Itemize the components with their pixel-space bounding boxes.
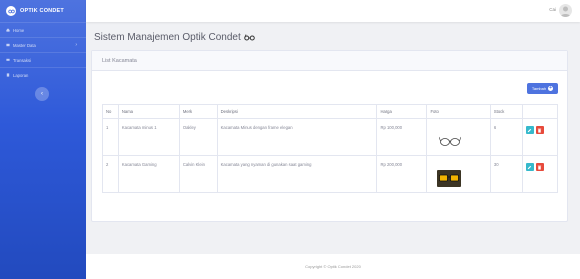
column-header-deskripsi: Deskripsi: [216, 104, 378, 119]
cell-stock: 30: [489, 155, 523, 193]
gaming-glasses-photo: [437, 170, 462, 187]
footer: Copyright © Optik Condet 2020: [86, 254, 580, 279]
cell-merk: Oakley: [178, 118, 218, 156]
cell-harga: Rp 100,000: [376, 118, 428, 156]
table-row: 2 Kacamata Gaming Calvin Klein Kacamata …: [102, 155, 559, 193]
column-header-actions: [521, 104, 559, 119]
folder-icon: [6, 43, 10, 47]
card-header: List Kacamata: [92, 51, 567, 71]
cell-stock: 6: [489, 118, 523, 156]
delete-button[interactable]: [535, 126, 544, 134]
cell-deskripsi: Kacamata yang nyaman di gunakan saat gam…: [216, 155, 378, 193]
user-name[interactable]: Cai: [549, 7, 556, 12]
cell-nama: Kacamata minus 1: [117, 118, 180, 156]
gaming-glasses-image: [439, 174, 460, 182]
cell-actions: [521, 155, 559, 193]
edit-icon: [527, 128, 532, 132]
add-button[interactable]: Tambah +: [527, 83, 558, 94]
kacamata-table: No Nama Merk Deskripsi Harga Foto Stock …: [102, 104, 559, 193]
home-icon: [6, 28, 10, 32]
page-title: Sistem Manajemen Optik Condet: [94, 32, 255, 43]
kacamata-card: List Kacamata Tambah + No Nama Merk Desk…: [91, 50, 568, 222]
column-header-no: No: [102, 104, 119, 119]
sidebar-item-transaksi[interactable]: Transaksi: [0, 52, 86, 67]
table-row: 1 Kacamata minus 1 Oakley Kacamata Minus…: [102, 118, 559, 156]
column-header-nama: Nama: [117, 104, 180, 119]
plus-icon: +: [548, 85, 554, 91]
glasses-photo: [439, 136, 462, 146]
sidebar-toggle-button[interactable]: ‹: [35, 87, 49, 101]
chevron-right-icon: ›: [75, 42, 77, 48]
brand-logo-icon: [6, 6, 16, 16]
chevron-left-icon: ‹: [41, 91, 43, 97]
brand[interactable]: OPTIK CONDET: [0, 0, 86, 22]
sidebar-item-label: Master Data: [13, 42, 36, 48]
sidebar-item-master-data[interactable]: Master Data ›: [0, 37, 86, 52]
sidebar-item-laporan[interactable]: Laporan: [0, 67, 86, 82]
cell-nama: Kacamata Gaming: [117, 155, 180, 193]
column-header-stock: Stock: [489, 104, 523, 119]
avatar[interactable]: [559, 4, 572, 17]
glasses-icon: [243, 34, 255, 41]
cart-icon: [6, 58, 10, 61]
column-header-harga: Harga: [376, 104, 428, 119]
report-icon: [6, 73, 10, 77]
edit-icon: [527, 165, 532, 169]
edit-button[interactable]: [525, 163, 534, 171]
sidebar-item-label: Laporan: [13, 72, 29, 78]
cell-merk: Calvin Klein: [178, 155, 218, 193]
edit-button[interactable]: [525, 126, 534, 134]
column-header-foto: Foto: [426, 104, 491, 119]
cell-no: 1: [102, 118, 119, 156]
table-header-row: No Nama Merk Deskripsi Harga Foto Stock: [102, 104, 559, 119]
cell-no: 2: [102, 155, 119, 193]
delete-button[interactable]: [535, 163, 544, 171]
cell-foto: [426, 118, 491, 156]
cell-foto: [426, 155, 491, 193]
topbar: Cai: [86, 0, 580, 22]
sidebar-item-home[interactable]: Home: [0, 22, 86, 37]
trash-icon: [537, 128, 542, 133]
cell-actions: [521, 118, 559, 156]
page-title-text: Sistem Manajemen Optik Condet: [94, 32, 241, 43]
sidebar: OPTIK CONDET Home Master Data › Transaks…: [0, 0, 86, 279]
cell-deskripsi: Kacamata Minus dengan frame elegan: [216, 118, 378, 156]
brand-name: OPTIK CONDET: [20, 8, 64, 14]
column-header-merk: Merk: [178, 104, 218, 119]
add-button-label: Tambah: [531, 86, 547, 91]
sidebar-item-label: Transaksi: [13, 57, 31, 63]
cell-harga: Rp 200,000: [376, 155, 428, 193]
trash-icon: [537, 165, 542, 170]
copyright-text: Copyright © Optik Condet 2020: [305, 264, 361, 269]
sidebar-item-label: Home: [13, 27, 25, 33]
